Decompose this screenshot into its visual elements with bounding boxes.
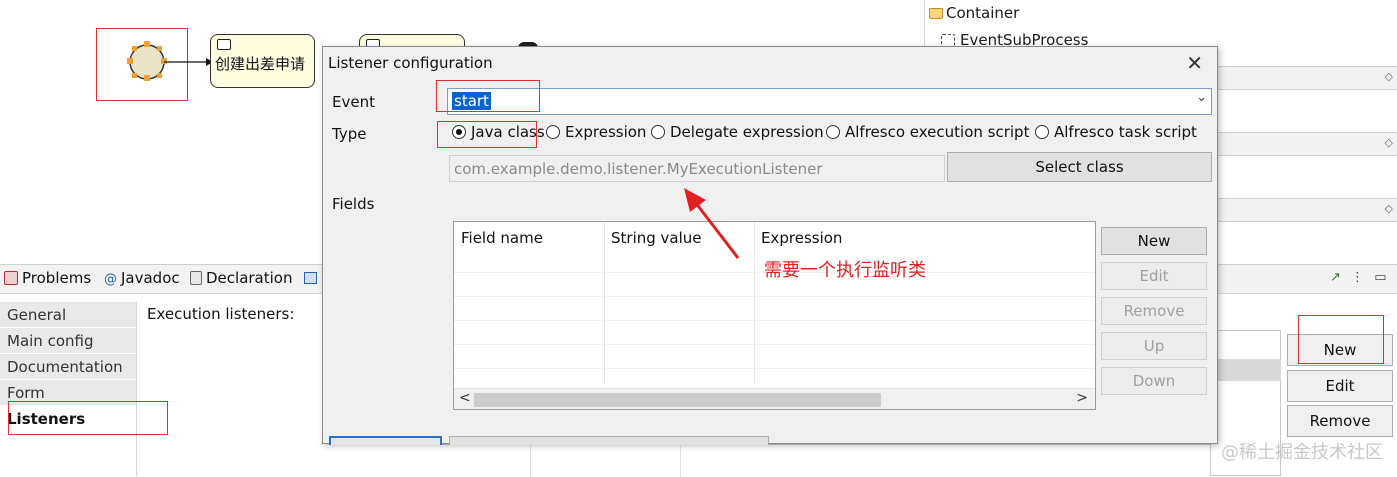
view-toolbar-icons[interactable]: ↗ ⋮ ▭ xyxy=(1330,270,1386,285)
minimize-icon[interactable]: ▭ xyxy=(1374,270,1386,285)
chevron-down-icon[interactable]: ⌄ xyxy=(1196,90,1207,105)
select-class-button[interactable]: Select class xyxy=(947,152,1212,182)
listeners-table-bg xyxy=(330,444,1210,477)
nav-general[interactable]: General xyxy=(0,302,136,328)
type-delegate-expression-radio[interactable]: Delegate expression xyxy=(651,123,824,141)
user-task-icon xyxy=(217,39,231,50)
row-divider xyxy=(454,320,1095,321)
field-new-button[interactable]: New xyxy=(1101,227,1207,255)
close-icon[interactable]: ✕ xyxy=(1186,51,1203,75)
radio-icon xyxy=(1035,125,1049,139)
dialog-title-bar[interactable]: Listener configuration ✕ xyxy=(323,47,1217,79)
field-down-button[interactable]: Down xyxy=(1101,367,1207,395)
open-icon[interactable]: ↗ xyxy=(1330,270,1341,285)
type-label: Type xyxy=(332,125,367,143)
tab-declaration-label: Declaration xyxy=(206,269,293,287)
row-divider xyxy=(454,344,1095,345)
scroll-right-icon[interactable]: > xyxy=(1076,390,1088,406)
folder-icon xyxy=(929,8,943,19)
radio-label: Expression xyxy=(565,123,647,141)
dialog-title: Listener configuration xyxy=(328,54,493,72)
scrollbar-thumb[interactable] xyxy=(474,393,881,407)
new-button-highlight xyxy=(1298,315,1384,364)
type-alfresco-task-script-radio[interactable]: Alfresco task script xyxy=(1035,123,1197,141)
nav-documentation[interactable]: Documentation xyxy=(0,354,136,380)
task-create-travel-application[interactable]: 创建出差申请 xyxy=(210,34,315,88)
listener-remove-button[interactable]: Remove xyxy=(1287,405,1393,437)
properties-view-icon[interactable] xyxy=(304,272,317,284)
tab-javadoc-label: Javadoc xyxy=(121,269,180,287)
ok-button-partial[interactable] xyxy=(329,436,442,445)
row-divider xyxy=(454,296,1095,297)
radio-icon xyxy=(546,125,560,139)
view-menu-icon[interactable]: ⋮ xyxy=(1351,270,1364,285)
radio-icon xyxy=(651,125,665,139)
task-label: 创建出差申请 xyxy=(215,55,306,73)
scroll-left-icon[interactable]: < xyxy=(459,390,471,406)
listeners-highlight xyxy=(8,401,168,435)
declaration-icon xyxy=(190,271,202,285)
row-divider xyxy=(454,368,1095,369)
type-alfresco-execution-script-radio[interactable]: Alfresco execution script xyxy=(826,123,1029,141)
type-expression-radio[interactable]: Expression xyxy=(546,123,646,141)
diamond-icon: ◇ xyxy=(1384,202,1393,215)
radio-label: Delegate expression xyxy=(670,123,824,141)
column-expression[interactable]: Expression xyxy=(761,229,842,247)
java-class-highlight xyxy=(437,121,537,148)
listener-configuration-dialog: Listener configuration ✕ Event start ⌄ T… xyxy=(322,46,1218,445)
radio-icon xyxy=(826,125,840,139)
tab-declaration[interactable]: Declaration xyxy=(190,269,292,287)
outline-container-label: Container xyxy=(946,4,1020,22)
cancel-button-partial[interactable] xyxy=(449,436,769,445)
event-select[interactable]: start ⌄ xyxy=(447,88,1212,115)
radio-label: Alfresco task script xyxy=(1054,123,1197,141)
tab-javadoc[interactable]: @ Javadoc xyxy=(104,269,180,287)
field-edit-button[interactable]: Edit xyxy=(1101,262,1207,290)
list-item-selected[interactable] xyxy=(1211,359,1281,381)
problems-icon xyxy=(4,271,18,285)
event-label: Event xyxy=(332,93,375,111)
fields-table[interactable]: Field name String value Expression < > xyxy=(453,221,1096,410)
nav-main-config[interactable]: Main config xyxy=(0,328,136,354)
event-highlight xyxy=(436,80,540,112)
diamond-icon: ◇ xyxy=(1384,136,1393,149)
execution-listeners-title: Execution listeners: xyxy=(147,305,295,323)
annotation-arrow-icon xyxy=(684,188,740,259)
fields-label: Fields xyxy=(332,195,375,213)
at-icon: @ xyxy=(104,272,117,287)
tab-problems-label: Problems xyxy=(22,269,92,287)
watermark: @稀土掘金技术社区 xyxy=(1221,442,1383,463)
horizontal-scrollbar[interactable]: < > xyxy=(454,388,1095,409)
class-name-field[interactable]: com.example.demo.listener.MyExecutionLis… xyxy=(449,155,945,182)
outline-container-item[interactable]: Container xyxy=(929,4,1019,22)
tab-problems[interactable]: Problems xyxy=(4,269,91,287)
diamond-icon: ◇ xyxy=(1384,70,1393,83)
properties-nav: General Main config Documentation Form L… xyxy=(0,302,137,476)
field-remove-button[interactable]: Remove xyxy=(1101,297,1207,325)
column-field-name[interactable]: Field name xyxy=(461,229,543,247)
radio-label: Alfresco execution script xyxy=(845,123,1030,141)
field-up-button[interactable]: Up xyxy=(1101,332,1207,360)
annotation-text: 需要一个执行监听类 xyxy=(764,260,926,281)
listener-edit-button[interactable]: Edit xyxy=(1287,370,1393,402)
column-divider xyxy=(604,222,605,384)
